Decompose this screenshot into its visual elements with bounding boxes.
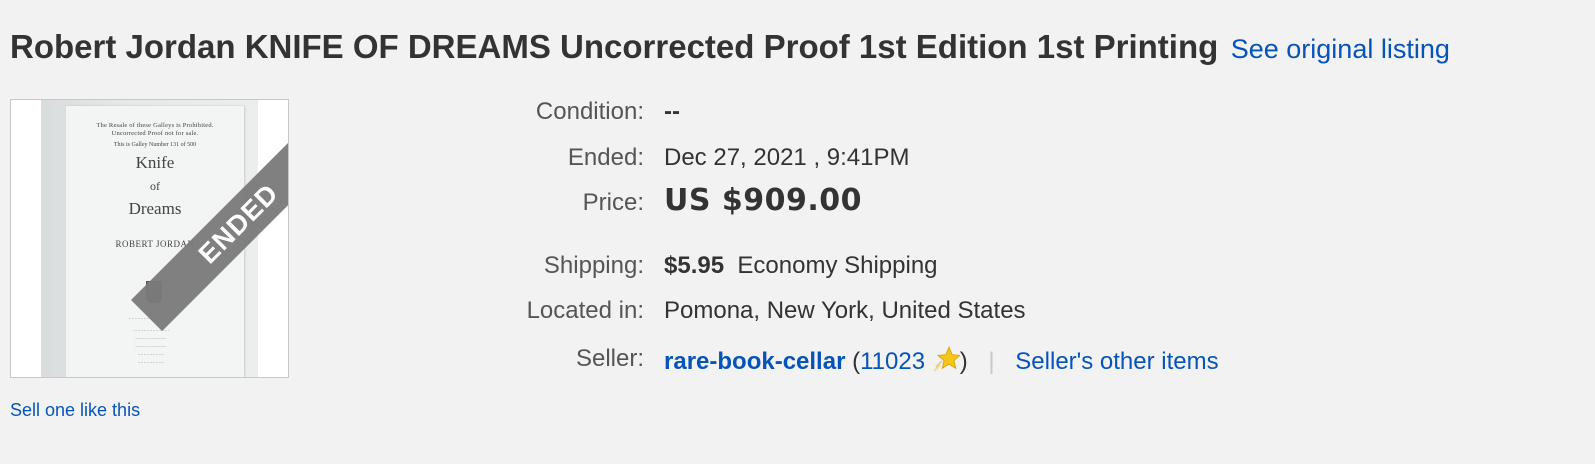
listing-title-row: Robert Jordan KNIFE OF DREAMS Uncorrecte… [10,28,1450,66]
book-title-line: Knife [135,153,175,172]
condition-label: Condition: [535,98,644,125]
book-notice-line: The Resale of these Galleys is Prohibite… [96,122,214,129]
location-label: Located in: [526,297,644,324]
shipping-price: $5.95 [664,252,725,279]
ended-value: Dec 27, 2021 , 9:41PM [664,144,910,171]
book-fine-print: ⋯⋯⋯⋯⋯⋯⋯ [135,336,167,341]
book-gallery-number: This is Galley Number 131 of 500 [113,142,197,148]
feedback-close-paren: ) [959,348,968,375]
see-original-listing-link[interactable]: See original listing [1231,34,1450,64]
separator: | [988,348,995,375]
condition-value: -- [664,98,680,125]
listing-image[interactable]: The Resale of these Galleys is Prohibite… [10,99,289,378]
listing-title: Robert Jordan KNIFE OF DREAMS Uncorrecte… [10,28,1219,65]
book-notice: The Resale of these Galleys is Prohibite… [66,122,244,138]
location-value: Pomona, New York, United States [664,297,1026,324]
feedback-open-paren: ( [852,348,861,375]
seller-name-link[interactable]: rare-book-cellar [664,348,845,375]
book-fine-print: ⋯⋯⋯⋯⋯⋯ [137,360,165,365]
sell-one-like-this-link[interactable]: Sell one like this [10,400,140,421]
seller-value: rare-book-cellar (11023 ) | Seller's oth… [664,345,1219,376]
shipping-method: Economy Shipping [737,252,938,279]
book-title-line: of [150,179,160,193]
price-value: US $909.00 [664,183,863,218]
seller-other-items-link[interactable]: Seller's other items [1015,348,1218,375]
book-fine-print: ⋯⋯⋯⋯⋯⋯ [137,352,165,357]
seller-label: Seller: [575,345,644,372]
shooting-star-icon[interactable] [932,345,961,373]
price-label: Price: [582,189,644,216]
ended-label: Ended: [567,144,644,171]
book-notice-line: Uncorrected Proof not for sale. [111,130,199,137]
book-fine-print: ⋯⋯⋯⋯⋯⋯⋯ [135,344,167,349]
seller-feedback-score-link[interactable]: 11023 [860,348,925,375]
shipping-label: Shipping: [543,252,644,279]
shipping-value: $5.95 Economy Shipping [664,252,938,280]
book-fine-print: ⋯⋯⋯⋯⋯⋯⋯⋯ [133,328,169,333]
